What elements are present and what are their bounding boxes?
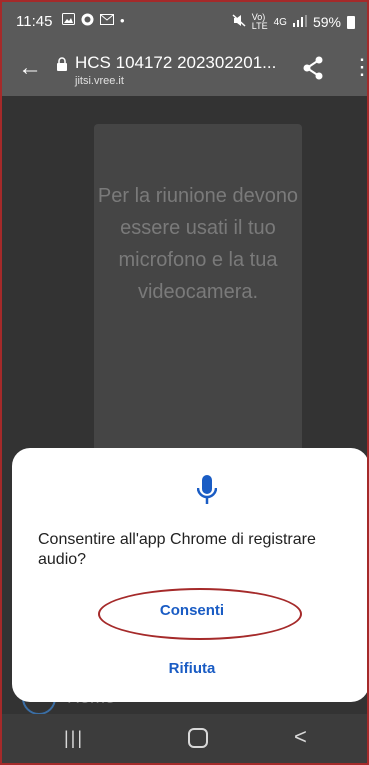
browser-toolbar: ← HCS 104172 202302201... jitsi.vree.it …: [2, 44, 367, 96]
status-dot: •: [120, 13, 125, 28]
share-icon[interactable]: [302, 56, 324, 85]
signal-icon: [292, 14, 307, 30]
page-url[interactable]: jitsi.vree.it: [75, 75, 124, 87]
notification-icons: •: [62, 13, 125, 29]
recents-button[interactable]: |||: [64, 728, 84, 749]
volte-icon: Vo) LTE: [251, 12, 268, 31]
deny-button[interactable]: Rifiuta: [132, 656, 252, 680]
status-bar: 11:45 • Vo) LTE 4G 59%: [2, 2, 367, 44]
microphone-icon: [196, 474, 218, 511]
status-time: 11:45: [16, 13, 53, 30]
network-type: 4G: [273, 16, 287, 28]
back-button[interactable]: ←: [18, 54, 42, 82]
phone-screen: 11:45 • Vo) LTE 4G 59% ← HCS 104172 2023…: [0, 0, 369, 765]
system-nav-bar: ||| <: [2, 714, 367, 763]
lock-icon: [56, 57, 70, 71]
permission-dialog: Consentire all'app Chrome di registrare …: [12, 448, 367, 702]
allow-button[interactable]: Consenti: [132, 598, 252, 622]
mail-icon: [100, 13, 114, 29]
more-menu-button[interactable]: ⋮: [351, 56, 367, 78]
battery-icon: [347, 15, 355, 29]
mute-icon: [232, 14, 246, 30]
permission-notice-text: Per la riunione devono essere usati il t…: [97, 185, 299, 303]
battery-percent: 59%: [312, 14, 341, 30]
chat-icon: [81, 13, 94, 29]
gallery-icon: [62, 13, 75, 29]
dialog-message: Consentire all'app Chrome di registrare …: [38, 531, 316, 568]
page-title[interactable]: HCS 104172 202302201...: [75, 53, 276, 73]
home-button[interactable]: [188, 728, 208, 748]
permission-notice-card: Per la riunione devono essere usati il t…: [94, 124, 302, 504]
nav-back-button[interactable]: <: [294, 724, 307, 750]
system-status-icons: Vo) LTE 4G 59%: [232, 13, 355, 31]
